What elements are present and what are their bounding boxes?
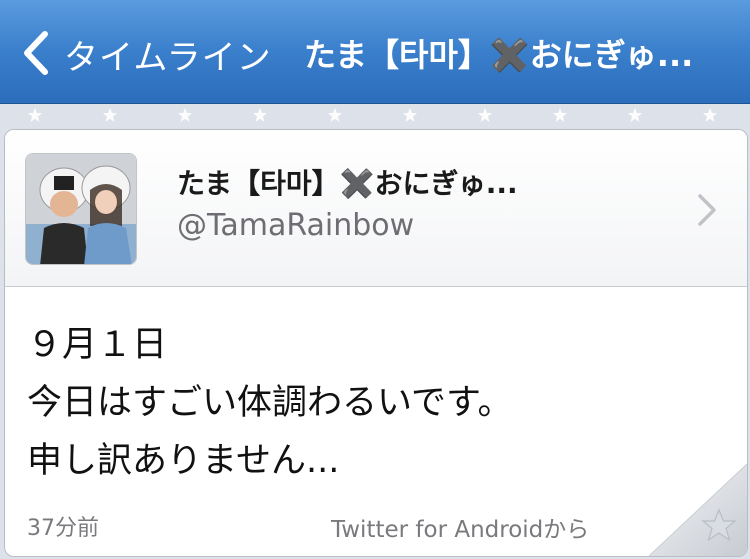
avatar-photo	[26, 154, 136, 264]
tweet-line: ９月１日	[27, 325, 168, 365]
tweet-text: ９月１日 今日はすごい体調わるいです。 申し訳ありません...	[27, 316, 727, 490]
tweet-source[interactable]: Twitter for Androidから	[331, 510, 589, 544]
navigation-bar: タイムライン たま【타마】✖️おにぎゅ...	[0, 0, 750, 104]
user-name: たま【타마】✖️おにぎゅ...	[177, 167, 518, 200]
favorite-button[interactable]	[648, 463, 747, 556]
profile-row[interactable]: たま【타마】✖️おにぎゅ... @TamaRainbow	[5, 130, 747, 287]
chevron-left-icon	[24, 31, 48, 75]
tweet-line: 今日はすごい体調わるいです。	[27, 383, 513, 423]
tweet-line: 申し訳ありません...	[27, 441, 340, 481]
avatar[interactable]	[25, 153, 137, 265]
tweet-time: 37分前	[27, 516, 99, 541]
back-button[interactable]	[16, 28, 56, 78]
back-label[interactable]: タイムライン	[64, 30, 272, 79]
page-title: たま【타마】✖️おにぎゅ...	[304, 36, 694, 74]
chevron-right-icon	[698, 194, 716, 226]
tweet-card: たま【타마】✖️おにぎゅ... @TamaRainbow ９月１日 今日はすごい…	[4, 129, 748, 557]
user-handle: @TamaRainbow	[177, 208, 415, 243]
